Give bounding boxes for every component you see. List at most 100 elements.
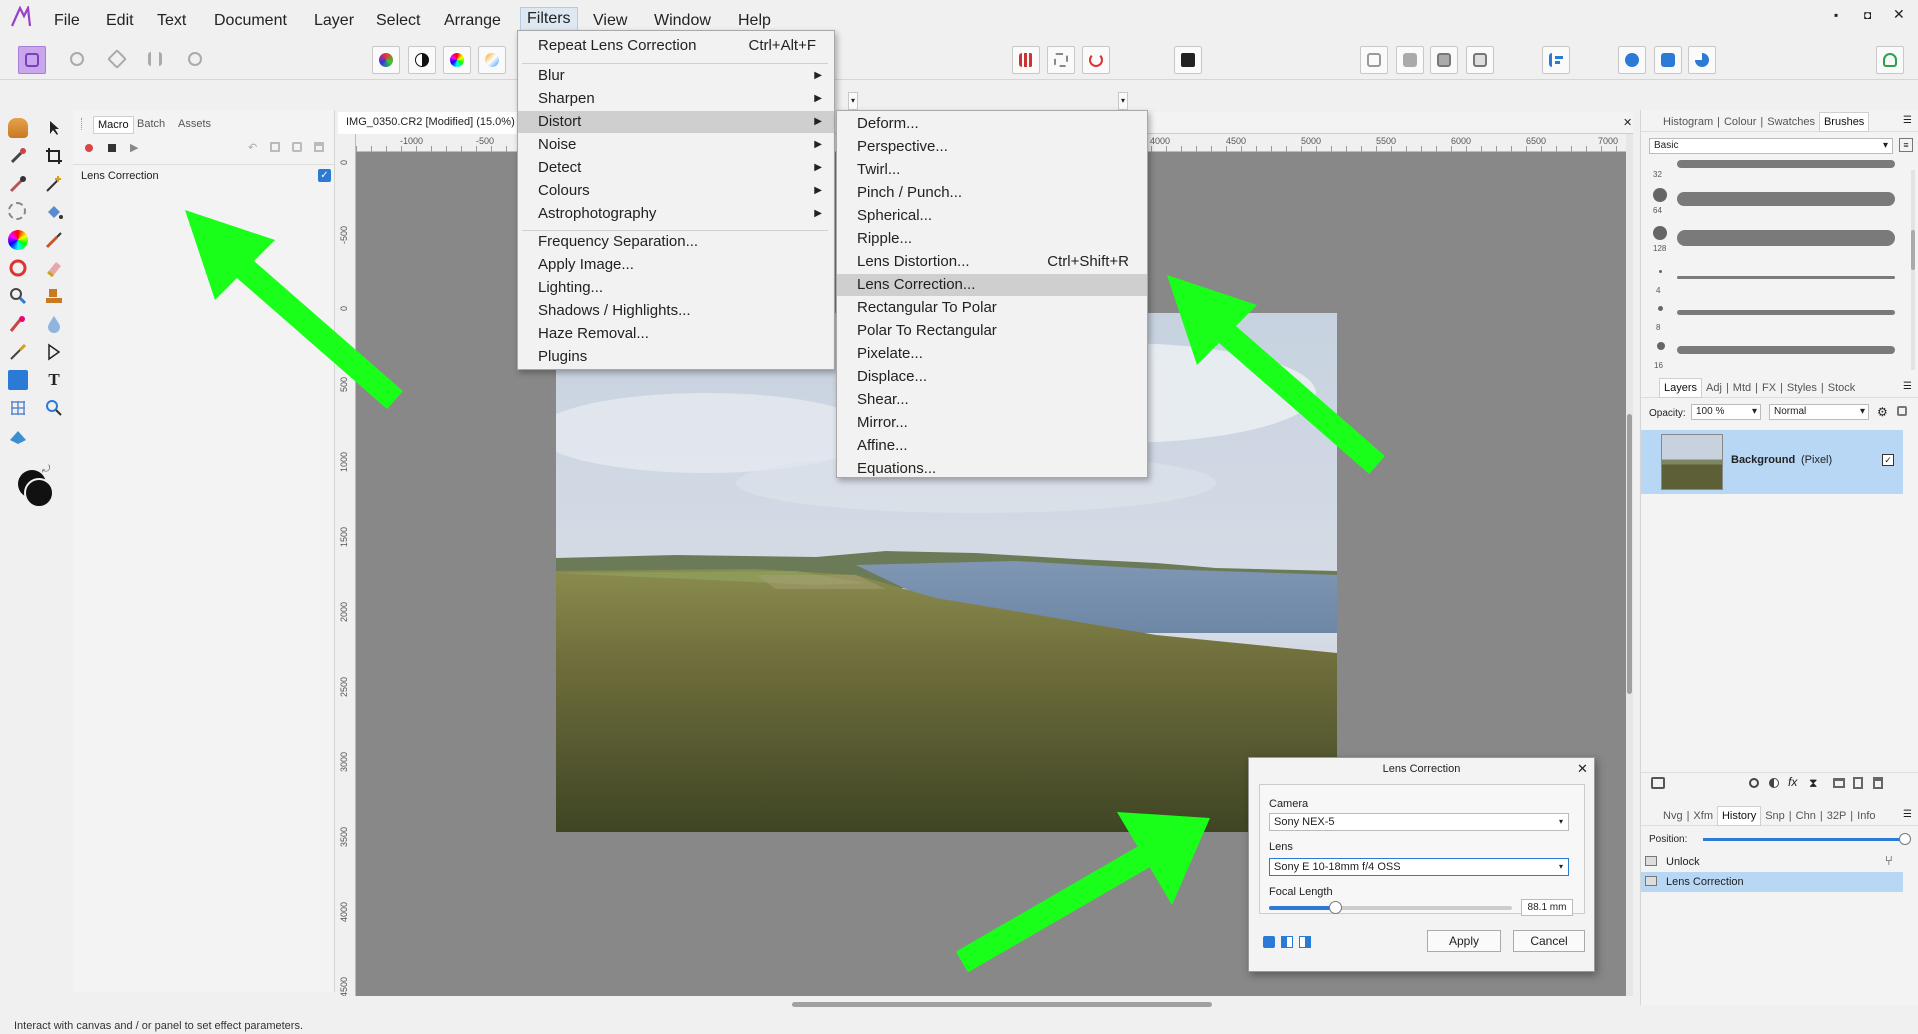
distort-menu-item[interactable]: Spherical... bbox=[837, 205, 1147, 227]
selection-grid-button[interactable] bbox=[1012, 46, 1040, 74]
distort-menu-item[interactable]: Twirl... bbox=[837, 159, 1147, 181]
arrange-back-button[interactable] bbox=[1360, 46, 1388, 74]
brush-stroke-preview[interactable] bbox=[1677, 276, 1895, 279]
zoom-icon[interactable] bbox=[8, 286, 28, 306]
tab-chn[interactable]: Chn bbox=[1792, 807, 1820, 825]
distort-menu-item[interactable]: Polar To Rectangular bbox=[837, 320, 1147, 342]
scroll-thumb[interactable] bbox=[792, 1002, 1212, 1007]
tab-batch[interactable]: Batch bbox=[133, 116, 169, 132]
layer-visibility-checkbox[interactable]: ✓ bbox=[1882, 454, 1894, 466]
history-slider-handle[interactable] bbox=[1899, 833, 1911, 845]
macro-item-checkbox[interactable]: ✓ bbox=[318, 169, 331, 182]
secondary-colour-swatch[interactable] bbox=[24, 478, 54, 508]
marquee-tool-icon[interactable] bbox=[8, 202, 28, 222]
fx-icon[interactable]: fx bbox=[1788, 775, 1797, 789]
mask-layer-icon[interactable] bbox=[1749, 778, 1759, 788]
distort-menu-item[interactable]: Rectangular To Polar bbox=[837, 297, 1147, 319]
selection-brush-icon[interactable] bbox=[8, 174, 28, 194]
text-tool-icon[interactable]: T bbox=[44, 370, 64, 390]
brush-stroke-preview[interactable] bbox=[1677, 346, 1895, 354]
align-button[interactable] bbox=[1542, 46, 1570, 74]
mesh-warp-icon[interactable] bbox=[8, 398, 28, 418]
filters-menu-item[interactable]: Lighting... bbox=[518, 277, 834, 299]
menu-edit[interactable]: Edit bbox=[100, 10, 140, 34]
crop-tool-icon[interactable] bbox=[44, 146, 64, 166]
distort-menu-item[interactable]: Pinch / Punch... bbox=[837, 182, 1147, 204]
menu-select[interactable]: Select bbox=[370, 10, 426, 34]
lock-icon[interactable] bbox=[1897, 406, 1907, 416]
dialog-close-button[interactable]: ✕ bbox=[1577, 761, 1588, 777]
blur-brush-icon[interactable] bbox=[44, 314, 64, 334]
tone-mapping-persona-button[interactable] bbox=[142, 46, 170, 74]
liquify-persona-button[interactable] bbox=[64, 46, 92, 74]
folder-icon[interactable] bbox=[1833, 778, 1845, 788]
tab-assets[interactable]: Assets bbox=[174, 116, 215, 132]
filters-menu-item[interactable]: Detect ▶ bbox=[518, 157, 834, 179]
panel-menu-icon[interactable]: ☰ bbox=[1903, 381, 1912, 392]
distort-menu-item[interactable]: Displace... bbox=[837, 366, 1147, 388]
menu-file[interactable]: File bbox=[48, 10, 86, 34]
color-replace-icon[interactable] bbox=[8, 230, 28, 250]
zoom-tool-icon[interactable] bbox=[44, 398, 64, 418]
export-persona-button[interactable] bbox=[182, 46, 210, 74]
play-icon[interactable]: ▶ bbox=[130, 141, 138, 154]
brush-options-icon[interactable]: ≡ bbox=[1899, 138, 1913, 152]
tab-stock[interactable]: Stock bbox=[1824, 379, 1860, 397]
distort-menu-item[interactable]: Equations... bbox=[837, 458, 1147, 480]
menu-layer[interactable]: Layer bbox=[308, 10, 360, 34]
rectangle-tool-icon[interactable] bbox=[8, 370, 28, 390]
tab-xfm[interactable]: Xfm bbox=[1689, 807, 1717, 825]
live-filter-icon[interactable]: ⧗ bbox=[1809, 776, 1817, 791]
distort-menu-item[interactable]: Pixelate... bbox=[837, 343, 1147, 365]
auto-white-balance-button[interactable] bbox=[478, 46, 506, 74]
subtract-button[interactable] bbox=[1654, 46, 1682, 74]
panel-menu-icon[interactable]: ☰ bbox=[1903, 115, 1912, 126]
close-document-icon[interactable]: ✕ bbox=[1623, 116, 1632, 129]
tab-info[interactable]: Info bbox=[1853, 807, 1879, 825]
branch-icon[interactable]: ⑂ bbox=[1885, 853, 1893, 868]
filters-menu-item[interactable]: Astrophotography ▶ bbox=[518, 203, 834, 225]
swap-colours-icon[interactable]: ⤾ bbox=[42, 464, 50, 475]
distort-menu-item[interactable]: Deform... bbox=[837, 113, 1147, 135]
brush-stroke-preview[interactable] bbox=[1677, 192, 1895, 206]
dodge-burn-icon[interactable] bbox=[8, 258, 28, 278]
node-tool-icon[interactable] bbox=[44, 342, 64, 362]
history-position-slider[interactable] bbox=[1703, 838, 1903, 841]
brushes-scrollbar[interactable] bbox=[1911, 170, 1915, 370]
arrange-front-button[interactable] bbox=[1466, 46, 1494, 74]
lens-dropdown[interactable]: Sony E 10-18mm f/4 OSS ▾ bbox=[1269, 858, 1569, 876]
flood-fill-icon[interactable] bbox=[44, 202, 64, 222]
quick-mask-button[interactable] bbox=[1174, 46, 1202, 74]
arrange-backward-button[interactable] bbox=[1396, 46, 1424, 74]
tab-layers[interactable]: Layers bbox=[1659, 378, 1703, 398]
vertical-scrollbar[interactable] bbox=[1626, 134, 1633, 996]
focal-length-value-field[interactable]: 88.1 mm bbox=[1521, 899, 1573, 916]
distort-menu-item[interactable]: Ripple... bbox=[837, 228, 1147, 250]
brush-stroke-preview[interactable] bbox=[1677, 230, 1895, 246]
tab-fx[interactable]: FX bbox=[1758, 379, 1780, 397]
auto-colours-button[interactable] bbox=[443, 46, 471, 74]
scroll-thumb[interactable] bbox=[1627, 414, 1632, 694]
paint-brush-icon[interactable] bbox=[44, 230, 64, 250]
auto-levels-button[interactable] bbox=[372, 46, 400, 74]
eraser-icon[interactable] bbox=[44, 258, 64, 278]
filters-menu-item[interactable]: Repeat Lens Correction Ctrl+Alt+F bbox=[518, 35, 834, 57]
panel-menu-icon[interactable]: ☰ bbox=[1903, 809, 1912, 820]
cancel-button[interactable]: Cancel bbox=[1513, 930, 1585, 952]
filters-menu-item[interactable]: Colours ▶ bbox=[518, 180, 834, 202]
history-item[interactable]: Lens Correction bbox=[1641, 872, 1903, 892]
document-tab[interactable]: IMG_0350.CR2 [Modified] (15.0%) bbox=[338, 112, 524, 134]
distort-menu-item[interactable]: Shear... bbox=[837, 389, 1147, 411]
menu-document[interactable]: Document bbox=[208, 10, 293, 34]
layers-stack-icon[interactable] bbox=[1651, 777, 1665, 789]
filters-menu-item[interactable]: Noise ▶ bbox=[518, 134, 834, 156]
apply-button[interactable]: Apply bbox=[1427, 930, 1501, 952]
tab-adj[interactable]: Adj bbox=[1702, 379, 1726, 397]
gear-icon[interactable]: ⚙ bbox=[1877, 405, 1888, 419]
restore-button[interactable]: ◘ bbox=[1864, 8, 1871, 22]
history-item[interactable]: Unlock ⑂ bbox=[1641, 852, 1903, 872]
view-tool-hand-icon[interactable] bbox=[8, 118, 28, 138]
adjustment-icon[interactable] bbox=[1769, 778, 1779, 788]
sky-replacement-icon[interactable] bbox=[8, 426, 28, 446]
tab-history[interactable]: History bbox=[1716, 806, 1762, 826]
